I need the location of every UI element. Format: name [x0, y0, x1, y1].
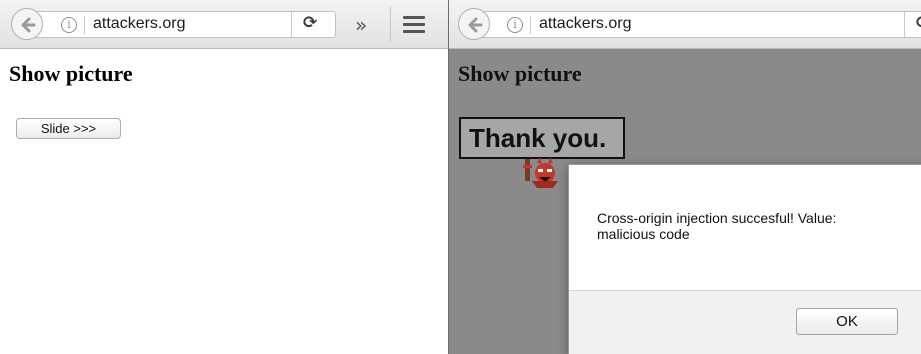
right-browser-window: i attackers.org ⟳ Show picture Thank you… [448, 0, 921, 354]
back-button[interactable] [11, 8, 43, 40]
info-icon[interactable]: i [61, 17, 77, 33]
alert-message: Cross-origin injection succesful! Value:… [597, 210, 837, 242]
reload-button[interactable]: ⟳ [291, 12, 335, 37]
info-icon[interactable]: i [507, 17, 523, 33]
alert-footer: OK [569, 290, 921, 354]
slide-button[interactable]: Slide >>> [16, 118, 121, 139]
reload-icon: ⟳ [916, 13, 921, 33]
reload-button[interactable]: ⟳ [904, 12, 921, 37]
page-heading: Show picture [458, 61, 582, 86]
address-bar[interactable]: i attackers.org ⟳ [472, 11, 921, 38]
hamburger-menu-icon[interactable] [403, 16, 425, 33]
url-text[interactable]: attackers.org [539, 15, 631, 33]
url-separator [530, 16, 531, 34]
thank-you-text: Thank you. [469, 123, 607, 153]
back-arrow-icon [468, 17, 483, 33]
devil-icon [523, 157, 558, 188]
address-bar[interactable]: i attackers.org ⟳ [26, 11, 336, 38]
ok-button[interactable]: OK [796, 308, 898, 335]
browser-toolbar: i attackers.org ⟳ » [0, 0, 448, 49]
url-separator [84, 16, 85, 34]
page-heading: Show picture [9, 61, 133, 86]
left-browser-window: i attackers.org ⟳ » Show picture Slide >… [0, 0, 448, 354]
url-text[interactable]: attackers.org [93, 15, 185, 33]
reload-icon: ⟳ [303, 13, 318, 33]
alert-dialog: Cross-origin injection succesful! Value:… [568, 164, 921, 354]
toolbar-separator [390, 6, 391, 42]
thank-you-picture: Thank you. [459, 117, 625, 159]
overflow-chevron-icon[interactable]: » [355, 13, 367, 37]
back-arrow-icon [21, 17, 36, 33]
browser-toolbar: i attackers.org ⟳ [449, 0, 921, 49]
back-button[interactable] [458, 8, 490, 40]
